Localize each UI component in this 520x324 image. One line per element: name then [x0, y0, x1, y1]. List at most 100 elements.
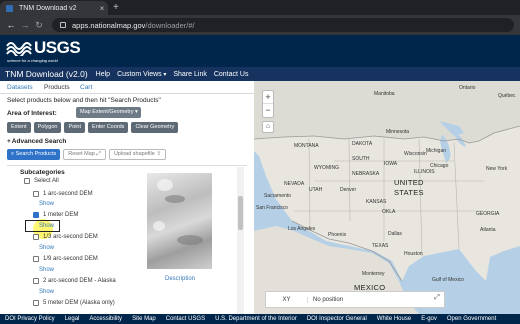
map-label-sacramento: Sacramento	[264, 193, 291, 199]
checkbox-1-arc-second[interactable]	[33, 191, 39, 197]
list-item-select-all[interactable]: Select All	[24, 178, 59, 184]
back-icon[interactable]: ←	[4, 20, 18, 30]
extent-button[interactable]: Extent	[7, 122, 31, 133]
map-label-oklahoma: OKLA	[382, 209, 396, 215]
map-view[interactable]: Ontario Manitoba Québec MONTANA Minnesot…	[254, 81, 520, 314]
tab-cart[interactable]: Cart	[80, 84, 92, 91]
advanced-search-toggle[interactable]: Advanced Search	[7, 138, 67, 145]
point-button[interactable]: Point	[64, 122, 86, 133]
list-item-1-meter[interactable]: 1 meter DEM	[33, 212, 78, 218]
show-link-1-arc-second[interactable]: Show	[39, 201, 54, 207]
footer-link-egov[interactable]: E-gov	[421, 316, 437, 322]
map-label-utah: UTAH	[309, 187, 323, 193]
nav-share-link[interactable]: Share Link	[173, 71, 206, 78]
checkbox-5-meter-alaska[interactable]	[33, 300, 39, 306]
nav-custom-views[interactable]: Custom Views	[117, 71, 166, 78]
checkbox-1-9-arc-second[interactable]	[33, 256, 39, 262]
map-label-los-angeles: Los Angeles	[288, 226, 316, 232]
checkbox-1-3-arc-second[interactable]	[33, 234, 39, 240]
close-tab-icon[interactable]: ×	[96, 4, 108, 13]
list-scrollbar[interactable]	[237, 167, 244, 314]
usgs-logo-icon[interactable]	[6, 40, 34, 56]
list-scrollbar-thumb[interactable]	[238, 196, 243, 230]
map-label-iowa: IOWA	[384, 161, 398, 167]
fullscreen-icon[interactable]: ⤢	[432, 294, 442, 304]
footer-link-contact[interactable]: Contact USGS	[166, 316, 205, 322]
address-bar: ← → ↻ apps.nationalmap.gov/downloader/#/	[0, 15, 520, 35]
zoom-out-button[interactable]: −	[263, 104, 273, 117]
show-link-1-9-arc-second[interactable]: Show	[39, 267, 54, 273]
upload-shapefile-button[interactable]: Upload shapefile ⇪	[108, 149, 166, 160]
coord-mode-toggle[interactable]: XY	[266, 296, 308, 303]
usgs-favicon-icon	[6, 4, 13, 12]
position-readout: No position	[313, 296, 344, 303]
instructions-text: Select products below and then hit "Sear…	[7, 97, 161, 104]
select-all-checkbox[interactable]	[24, 178, 30, 184]
polygon-button[interactable]: Polygon	[33, 122, 62, 133]
tab-datasets[interactable]: Datasets	[7, 84, 33, 91]
label-1-arc-second: 1 arc-second DEM	[43, 191, 93, 197]
show-link-2-arc-second-alaska[interactable]: Show	[39, 289, 54, 295]
map-label-dakota: DAKOTA	[352, 141, 373, 147]
tab-products[interactable]: Products	[44, 84, 70, 91]
url-path: /downloader/#/	[145, 20, 195, 30]
clear-geometry-button[interactable]: Clear Geometry	[131, 122, 179, 133]
forward-icon[interactable]: →	[18, 20, 32, 30]
aoi-label: Area of Interest:	[7, 110, 57, 117]
usgs-logo-wordmark: USGS	[34, 38, 81, 57]
coordinate-bar: XY No position	[265, 291, 445, 308]
enter-coords-button[interactable]: Enter Coords	[88, 122, 129, 133]
reload-icon[interactable]: ↻	[32, 20, 46, 31]
map-label-new-york: New York	[486, 166, 508, 172]
map-label-states: STATES	[394, 188, 424, 197]
label-5-meter-alaska: 5 meter DEM (Alaska only)	[43, 300, 115, 306]
list-item-1-arc-second[interactable]: 1 arc-second DEM	[33, 191, 93, 197]
select-all-label: Select All	[34, 178, 59, 184]
subcategories-title: Subcategories	[20, 169, 65, 176]
footer-link-doi[interactable]: U.S. Department of the Interior	[215, 316, 297, 322]
map-label-atlanta: Atlanta	[480, 227, 496, 233]
footer-link-accessibility[interactable]: Accessibility	[89, 316, 122, 322]
search-products-button[interactable]: ⌕ Search Products	[7, 149, 61, 160]
basemap	[254, 81, 520, 314]
geometry-toolbar: Extent Polygon Point Enter Coords Clear …	[7, 122, 179, 133]
map-label-michigan: Michigan	[426, 148, 447, 154]
tab-title: TNM Download v2	[19, 4, 77, 12]
footer-link-white-house[interactable]: White House	[377, 316, 411, 322]
label-2-arc-second-alaska: 2 arc-second DEM - Alaska	[43, 278, 116, 284]
map-label-wyoming: WYOMING	[314, 165, 339, 171]
map-label-illinois: ILLINOIS	[414, 169, 435, 175]
search-products-label: Search Products	[15, 151, 57, 157]
map-label-texas: TEXAS	[372, 243, 389, 249]
map-label-south-dakota: SOUTH	[352, 156, 370, 162]
nav-help[interactable]: Help	[96, 71, 110, 78]
usgs-header: USGS science for a changing world	[0, 35, 520, 67]
footer-link-inspector[interactable]: DOI Inspector General	[307, 316, 367, 322]
upload-shapefile-label: Upload shapefile	[113, 151, 155, 157]
nav-contact-us[interactable]: Contact Us	[214, 71, 249, 78]
home-extent-icon[interactable]: ⌂	[262, 121, 274, 133]
map-label-nebraska: NEBRASKA	[352, 171, 380, 177]
panel-tabs: Datasets Products Cart	[0, 81, 254, 94]
list-item-2-arc-second-alaska[interactable]: 2 arc-second DEM - Alaska	[33, 278, 116, 284]
aoi-select[interactable]: Map Extent/Geometry ▾	[76, 107, 141, 118]
zoom-in-button[interactable]: +	[263, 91, 273, 104]
checkbox-2-arc-second-alaska[interactable]	[33, 278, 39, 284]
show-link-1-meter[interactable]: Show	[39, 223, 54, 229]
reset-map-button[interactable]: Reset Map ⤢	[63, 149, 106, 160]
description-link[interactable]: Description	[165, 276, 195, 282]
footer-link-site-map[interactable]: Site Map	[132, 316, 156, 322]
footer-link-privacy[interactable]: DOI Privacy Policy	[5, 316, 55, 322]
browser-tab[interactable]: TNM Download v2 ×	[0, 1, 108, 15]
new-tab-icon[interactable]: +	[113, 2, 119, 13]
url-field[interactable]: apps.nationalmap.gov/downloader/#/	[52, 18, 514, 32]
map-label-manitoba: Manitoba	[374, 91, 395, 97]
footer-link-open-government[interactable]: Open Government	[447, 316, 496, 322]
list-item-1-3-arc-second[interactable]: 1/3 arc-second DEM	[33, 234, 98, 240]
show-link-1-3-arc-second[interactable]: Show	[39, 245, 54, 251]
footer-link-legal[interactable]: Legal	[65, 316, 80, 322]
list-item-1-9-arc-second[interactable]: 1/9 arc-second DEM	[33, 256, 98, 262]
dem-ridge	[177, 235, 203, 245]
checkbox-1-meter[interactable]	[33, 212, 39, 218]
list-item-5-meter-alaska[interactable]: 5 meter DEM (Alaska only)	[33, 300, 115, 306]
